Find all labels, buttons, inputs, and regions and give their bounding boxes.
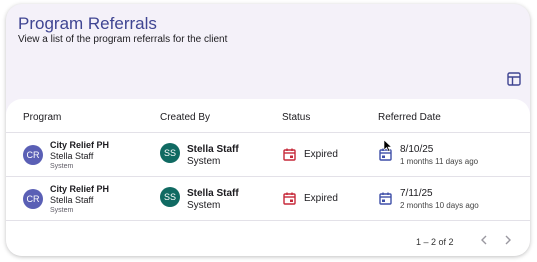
status-badge: Expired (304, 193, 338, 204)
creator-role: System (187, 156, 221, 167)
program-referrals-card: Program Referrals View a list of the pro… (6, 4, 530, 256)
table-view-icon[interactable] (506, 71, 522, 87)
referred-date: 8/10/25 (400, 144, 434, 155)
program-person: Stella Staff (50, 151, 94, 161)
mouse-pointer-icon (384, 140, 392, 152)
creator-avatar: SS (160, 187, 180, 207)
calendar-expired-icon (283, 192, 296, 205)
program-type: System (50, 163, 74, 170)
creator-avatar: SS (160, 143, 180, 163)
page-title: Program Referrals (18, 14, 157, 33)
creator-role: System (187, 200, 221, 211)
column-header-program[interactable]: Program (23, 112, 61, 123)
pagination-label: 1 – 2 of 2 (416, 237, 454, 247)
referred-date: 7/11/25 (400, 188, 433, 199)
creator-name: Stella Staff (187, 144, 239, 155)
column-header-created-by[interactable]: Created By (160, 112, 210, 123)
program-type: System (50, 207, 74, 214)
table-row[interactable]: CR City Relief PH Stella Staff System SS… (6, 177, 530, 221)
program-avatar: CR (23, 189, 43, 209)
creator-name: Stella Staff (187, 188, 239, 199)
referrals-table: Program Created By Status Referred Date … (6, 99, 530, 256)
column-header-referred-date[interactable]: Referred Date (378, 112, 441, 123)
program-name: City Relief PH (50, 140, 110, 150)
chevron-right-icon[interactable] (500, 232, 516, 248)
status-badge: Expired (304, 149, 338, 160)
table-header: Program Created By Status Referred Date (6, 99, 530, 133)
calendar-expired-icon (283, 148, 296, 161)
table-row[interactable]: CR City Relief PH Stella Staff System SS… (6, 133, 530, 177)
program-person: Stella Staff (50, 195, 94, 205)
referred-date-relative: 2 months 10 days ago (400, 201, 479, 210)
calendar-icon (379, 192, 392, 205)
program-name: City Relief PH (50, 184, 110, 194)
program-avatar: CR (23, 145, 43, 165)
page-subtitle: View a list of the program referrals for… (18, 34, 228, 45)
referred-date-relative: 1 months 11 days ago (400, 157, 479, 166)
column-header-status[interactable]: Status (282, 112, 310, 123)
chevron-left-icon[interactable] (476, 232, 492, 248)
